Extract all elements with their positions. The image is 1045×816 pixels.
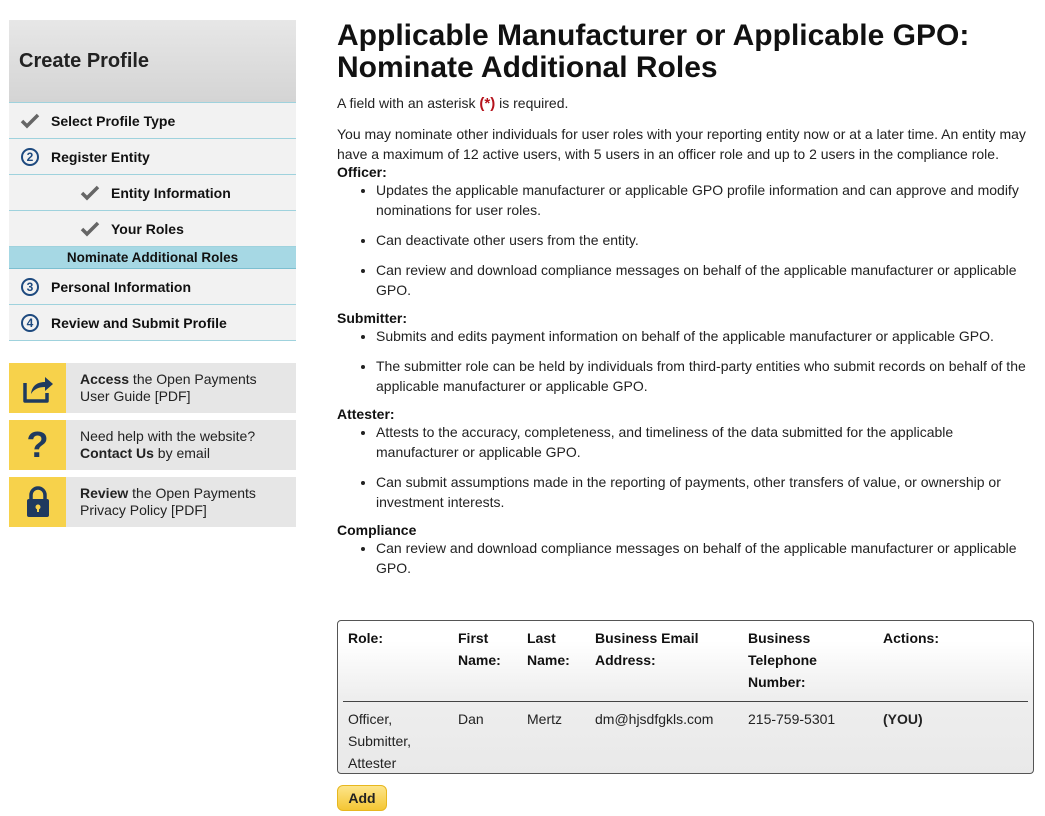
checkmark-icon xyxy=(79,183,101,203)
role-title: Compliance xyxy=(337,522,417,538)
step-label: Your Roles xyxy=(111,220,184,237)
help-text: Access the Open Payments User Guide [PDF… xyxy=(66,371,257,405)
help-text-line2: by email xyxy=(153,445,210,461)
step-entity-information[interactable]: Entity Information xyxy=(9,175,296,211)
role-title: Attester: xyxy=(337,406,395,422)
cell-first-name: Dan xyxy=(458,711,484,727)
step-label: Nominate Additional Roles xyxy=(66,250,239,265)
step-label: Select Profile Type xyxy=(51,112,176,129)
role-submitter: Submitter: Submits and edits payment inf… xyxy=(337,310,1035,396)
step-label: Personal Information xyxy=(51,278,192,295)
cell-email: dm@hjsdfgkls.com xyxy=(595,711,714,727)
help-text-line2: Privacy Policy [PDF] xyxy=(80,502,207,518)
step-personal-information[interactable]: 3 Personal Information xyxy=(9,269,296,305)
sidebar-header: Create Profile xyxy=(9,20,296,103)
user-guide-link[interactable]: Access the Open Payments User Guide [PDF… xyxy=(9,363,296,413)
step-your-roles[interactable]: Your Roles xyxy=(9,211,296,247)
column-header: Business Email Address: xyxy=(590,621,743,702)
help-text-line1: Need help with the website? xyxy=(80,428,256,444)
help-text-line2: User Guide [PDF] xyxy=(80,388,191,404)
required-note: A field with an asterisk (*) is required… xyxy=(337,95,1035,112)
help-bold-text: Review xyxy=(80,485,129,501)
step-review-and-submit[interactable]: 4 Review and Submit Profile xyxy=(9,305,296,341)
privacy-policy-link[interactable]: Review the Open Payments Privacy Policy … xyxy=(9,477,296,527)
share-icon xyxy=(9,363,66,413)
help-bold-text: Access xyxy=(80,371,130,387)
role-item: Attests to the accuracy, completeness, a… xyxy=(376,422,1035,462)
step-nominate-additional-roles: Nominate Additional Roles xyxy=(9,247,296,269)
role-item: Can deactivate other users from the enti… xyxy=(376,230,1035,250)
lock-icon xyxy=(9,477,66,527)
table-row: Officer, Submitter, Attester Dan Mertz d… xyxy=(343,702,1028,781)
role-item: Submits and edits payment information on… xyxy=(376,326,1035,346)
required-note-text: A field with an asterisk xyxy=(337,95,480,111)
help-text: Review the Open Payments Privacy Policy … xyxy=(66,485,256,519)
cell-last-name: Mertz xyxy=(527,711,562,727)
cell-role: Officer, Submitter, Attester xyxy=(348,711,412,771)
cell-actions: (YOU) xyxy=(883,711,923,727)
step-label: Register Entity xyxy=(51,148,150,165)
role-item: Can submit assumptions made in the repor… xyxy=(376,472,1035,512)
help-text: Need help with the website? Contact Us b… xyxy=(66,428,255,462)
required-note-suffix: is required. xyxy=(495,95,569,111)
step-register-entity[interactable]: 2 Register Entity xyxy=(9,139,296,175)
role-title: Submitter: xyxy=(337,310,407,326)
checkmark-icon xyxy=(79,219,101,239)
sidebar-title: Create Profile xyxy=(19,49,150,72)
question-icon: ? xyxy=(9,420,66,470)
role-item: Can review and download compliance messa… xyxy=(376,260,1035,300)
help-text-line1: the Open Payments xyxy=(129,371,257,387)
column-header: Business Telephone Number: xyxy=(743,621,878,702)
step-select-profile-type[interactable]: Select Profile Type xyxy=(9,103,296,139)
role-attester: Attester: Attests to the accuracy, compl… xyxy=(337,406,1035,512)
contact-us-link[interactable]: ? Need help with the website? Contact Us… xyxy=(9,420,296,470)
help-text-line1: the Open Payments xyxy=(128,485,256,501)
role-item: Can review and download compliance messa… xyxy=(376,538,1035,578)
role-title: Officer: xyxy=(337,164,387,180)
column-header: First Name: xyxy=(453,621,522,702)
checkmark-icon xyxy=(19,111,41,131)
step-label: Entity Information xyxy=(111,184,231,201)
add-button[interactable]: Add xyxy=(337,785,387,811)
role-item: The submitter role can be held by indivi… xyxy=(376,356,1035,396)
step-number-icon: 3 xyxy=(21,277,39,296)
required-asterisk: (*) xyxy=(479,95,496,112)
users-table: Role: First Name: Last Name: Business Em… xyxy=(337,620,1034,774)
step-label: Review and Submit Profile xyxy=(51,314,227,331)
role-compliance: Compliance Can review and download compl… xyxy=(337,522,1035,578)
table-header-row: Role: First Name: Last Name: Business Em… xyxy=(343,621,1028,702)
intro-paragraph: You may nominate other individuals for u… xyxy=(337,126,1026,162)
main-content: Applicable Manufacturer or Applicable GP… xyxy=(337,20,1035,588)
step-number-icon: 2 xyxy=(21,147,39,166)
role-officer: Officer: Updates the applicable manufact… xyxy=(337,164,1035,300)
column-header: Actions: xyxy=(878,621,1028,702)
cell-phone: 215-759-5301 xyxy=(748,711,836,727)
role-item: Updates the applicable manufacturer or a… xyxy=(376,180,1035,220)
column-header: Role: xyxy=(343,621,453,702)
sidebar: Create Profile Select Profile Type 2 Reg… xyxy=(9,20,296,527)
step-number-icon: 4 xyxy=(21,313,39,332)
page-title: Applicable Manufacturer or Applicable GP… xyxy=(337,19,970,84)
help-bold-text: Contact Us xyxy=(80,445,154,461)
column-header: Last Name: xyxy=(522,621,590,702)
